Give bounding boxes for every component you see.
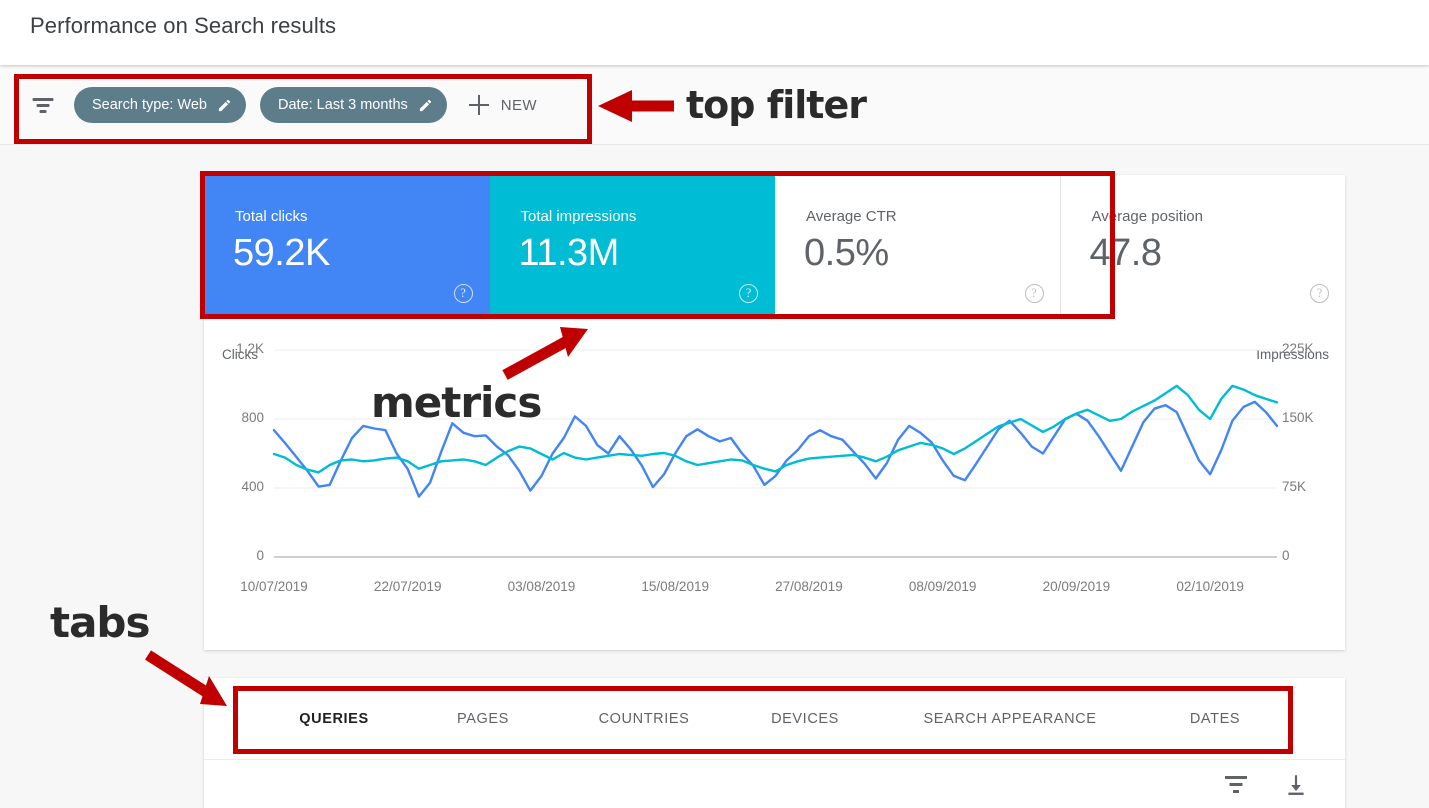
filter-funnel-icon[interactable] bbox=[30, 92, 56, 118]
x-tick-label: 27/08/2019 bbox=[775, 579, 843, 594]
metric-value: 11.3M bbox=[518, 232, 620, 274]
y-tick-label: 0 bbox=[256, 548, 264, 563]
tab-queries[interactable]: QUERIES bbox=[299, 711, 368, 727]
tab-countries[interactable]: COUNTRIES bbox=[599, 711, 690, 727]
page-title: Performance on Search results bbox=[30, 13, 337, 38]
metric-card-total-impressions[interactable]: Total impressions 11.3M ? bbox=[489, 175, 775, 315]
y2-tick-label: 225K bbox=[1282, 341, 1314, 356]
metric-card-average-ctr[interactable]: Average CTR 0.5% ? bbox=[775, 175, 1061, 315]
y2-tick-label: 0 bbox=[1282, 548, 1290, 563]
download-icon[interactable] bbox=[1283, 772, 1309, 798]
performance-plot: Clicks Impressions 0 400 800 1.2K 0 75K 150K 22… bbox=[204, 315, 1345, 650]
y2-tick-label: 75K bbox=[1282, 479, 1307, 494]
annotation-label-tabs: tabs bbox=[50, 598, 150, 647]
metric-card-total-clicks[interactable]: Total clicks 59.2K ? bbox=[204, 175, 490, 315]
chart-svg bbox=[272, 349, 1279, 558]
x-tick-label: 22/07/2019 bbox=[373, 579, 442, 594]
table-toolbar bbox=[204, 760, 1345, 808]
annotation-label-top-filter: top filter bbox=[686, 83, 867, 127]
x-tick-label: 02/10/2019 bbox=[1176, 579, 1244, 594]
filter-chip-date-label: Date: Last 3 months bbox=[278, 97, 408, 113]
filter-chip-search-type[interactable]: Search type: Web bbox=[74, 87, 246, 123]
metric-card-average-position[interactable]: Average position 47.8 ? bbox=[1061, 175, 1346, 315]
x-tick-label: 08/09/2019 bbox=[908, 579, 977, 594]
pencil-icon bbox=[419, 99, 431, 111]
filter-chip-search-type-label: Search type: Web bbox=[92, 97, 207, 113]
metric-value: 0.5% bbox=[804, 232, 889, 274]
help-circle-icon[interactable]: ? bbox=[1310, 284, 1329, 303]
dimension-tabs-card: QUERIES PAGES COUNTRIES DEVICES SEARCH APPEA… bbox=[204, 678, 1345, 808]
metrics-row: Total clicks 59.2K ? Total impressions 1… bbox=[204, 175, 1345, 315]
add-new-filter-button[interactable]: NEW bbox=[461, 87, 545, 123]
y-tick-label: 800 bbox=[241, 410, 264, 425]
x-tick-label: 20/09/2019 bbox=[1042, 579, 1111, 594]
pencil-icon bbox=[218, 99, 231, 111]
y-tick-label: 400 bbox=[241, 479, 264, 494]
metric-value: 47.8 bbox=[1089, 232, 1162, 274]
x-tick-label: 15/08/2019 bbox=[641, 579, 709, 594]
plus-icon bbox=[468, 95, 489, 115]
metric-value: 59.2K bbox=[233, 232, 330, 274]
help-circle-icon[interactable]: ? bbox=[1024, 284, 1044, 303]
x-tick-label: 10/07/2019 bbox=[240, 579, 308, 594]
tab-dates[interactable]: DATES bbox=[1190, 711, 1240, 727]
tab-search-appearance[interactable]: SEARCH APPEARANCE bbox=[924, 711, 1097, 727]
add-new-filter-label: NEW bbox=[500, 96, 537, 114]
help-circle-icon[interactable]: ? bbox=[739, 284, 758, 303]
table-filter-icon[interactable] bbox=[1223, 774, 1249, 796]
metric-label: Average CTR bbox=[806, 208, 897, 225]
metric-label: Total impressions bbox=[520, 208, 637, 225]
metric-label: Total clicks bbox=[235, 208, 308, 225]
x-tick-label: 03/08/2019 bbox=[507, 579, 576, 594]
annotation-label-metrics: metrics bbox=[371, 378, 542, 427]
filter-chip-date[interactable]: Date: Last 3 months bbox=[260, 87, 447, 123]
y-tick-label: 1.2K bbox=[236, 341, 264, 356]
tab-devices[interactable]: DEVICES bbox=[771, 711, 839, 727]
page-header: Performance on Search results bbox=[0, 0, 1429, 65]
metric-label: Average position bbox=[1091, 208, 1203, 225]
tab-pages[interactable]: PAGES bbox=[457, 711, 509, 727]
help-circle-icon[interactable]: ? bbox=[453, 284, 473, 303]
y2-tick-label: 150K bbox=[1282, 410, 1314, 425]
dimension-tabs: QUERIES PAGES COUNTRIES DEVICES SEARCH APPEA… bbox=[204, 678, 1345, 760]
